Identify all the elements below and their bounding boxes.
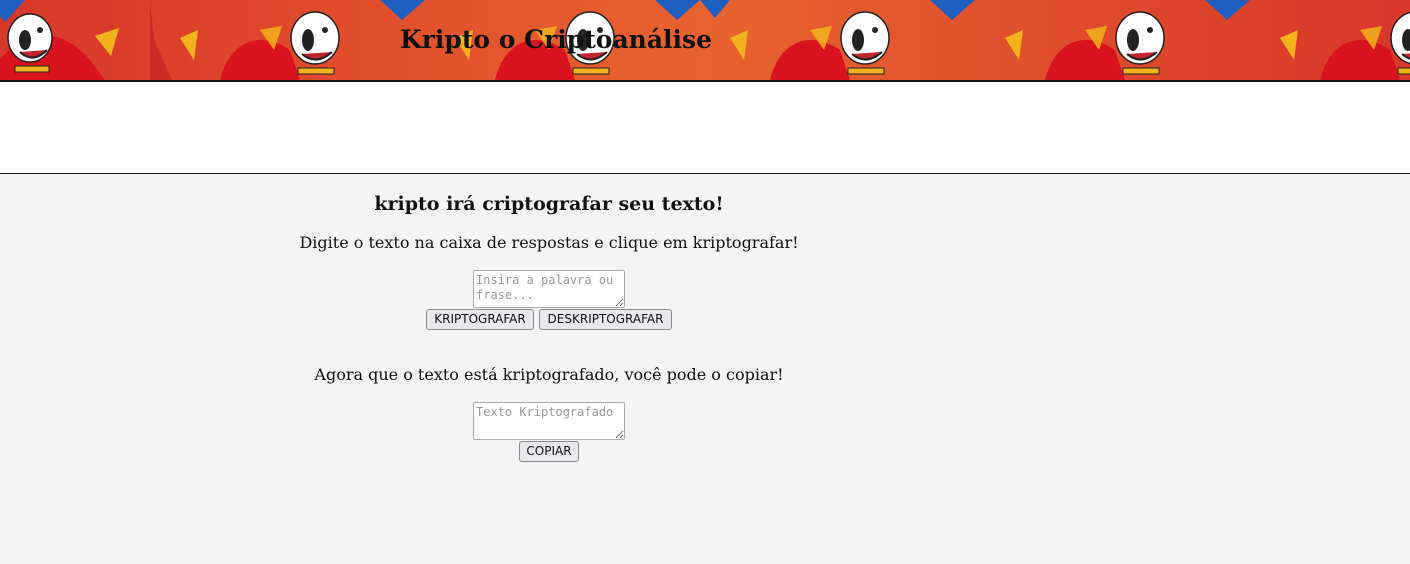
banner-dog-image xyxy=(0,0,150,80)
banner-dog-image xyxy=(1250,0,1410,80)
main-content: kripto irá criptografar seu texto! Digit… xyxy=(0,174,1410,564)
output-instruction: Agora que o texto está kriptografado, vo… xyxy=(314,365,784,384)
header-banner: Kripto o Criptoanálise xyxy=(0,0,1410,82)
header-spacer xyxy=(0,82,1410,174)
text-input[interactable] xyxy=(473,270,625,308)
section-heading: kripto irá criptografar seu texto! xyxy=(374,193,724,215)
decrypt-button[interactable]: DESKRIPTOGRAFAR xyxy=(539,309,672,330)
banner-dog-image xyxy=(150,0,425,80)
encrypt-button[interactable]: KRIPTOGRAFAR xyxy=(426,309,534,330)
output-textarea[interactable] xyxy=(473,402,625,440)
banner-dog-image xyxy=(975,0,1250,80)
banner-dog-image xyxy=(700,0,975,80)
page-title: Kripto o Criptoanálise xyxy=(400,25,712,54)
copy-button[interactable]: COPIAR xyxy=(519,441,579,462)
input-instruction: Digite o texto na caixa de respostas e c… xyxy=(299,233,799,252)
